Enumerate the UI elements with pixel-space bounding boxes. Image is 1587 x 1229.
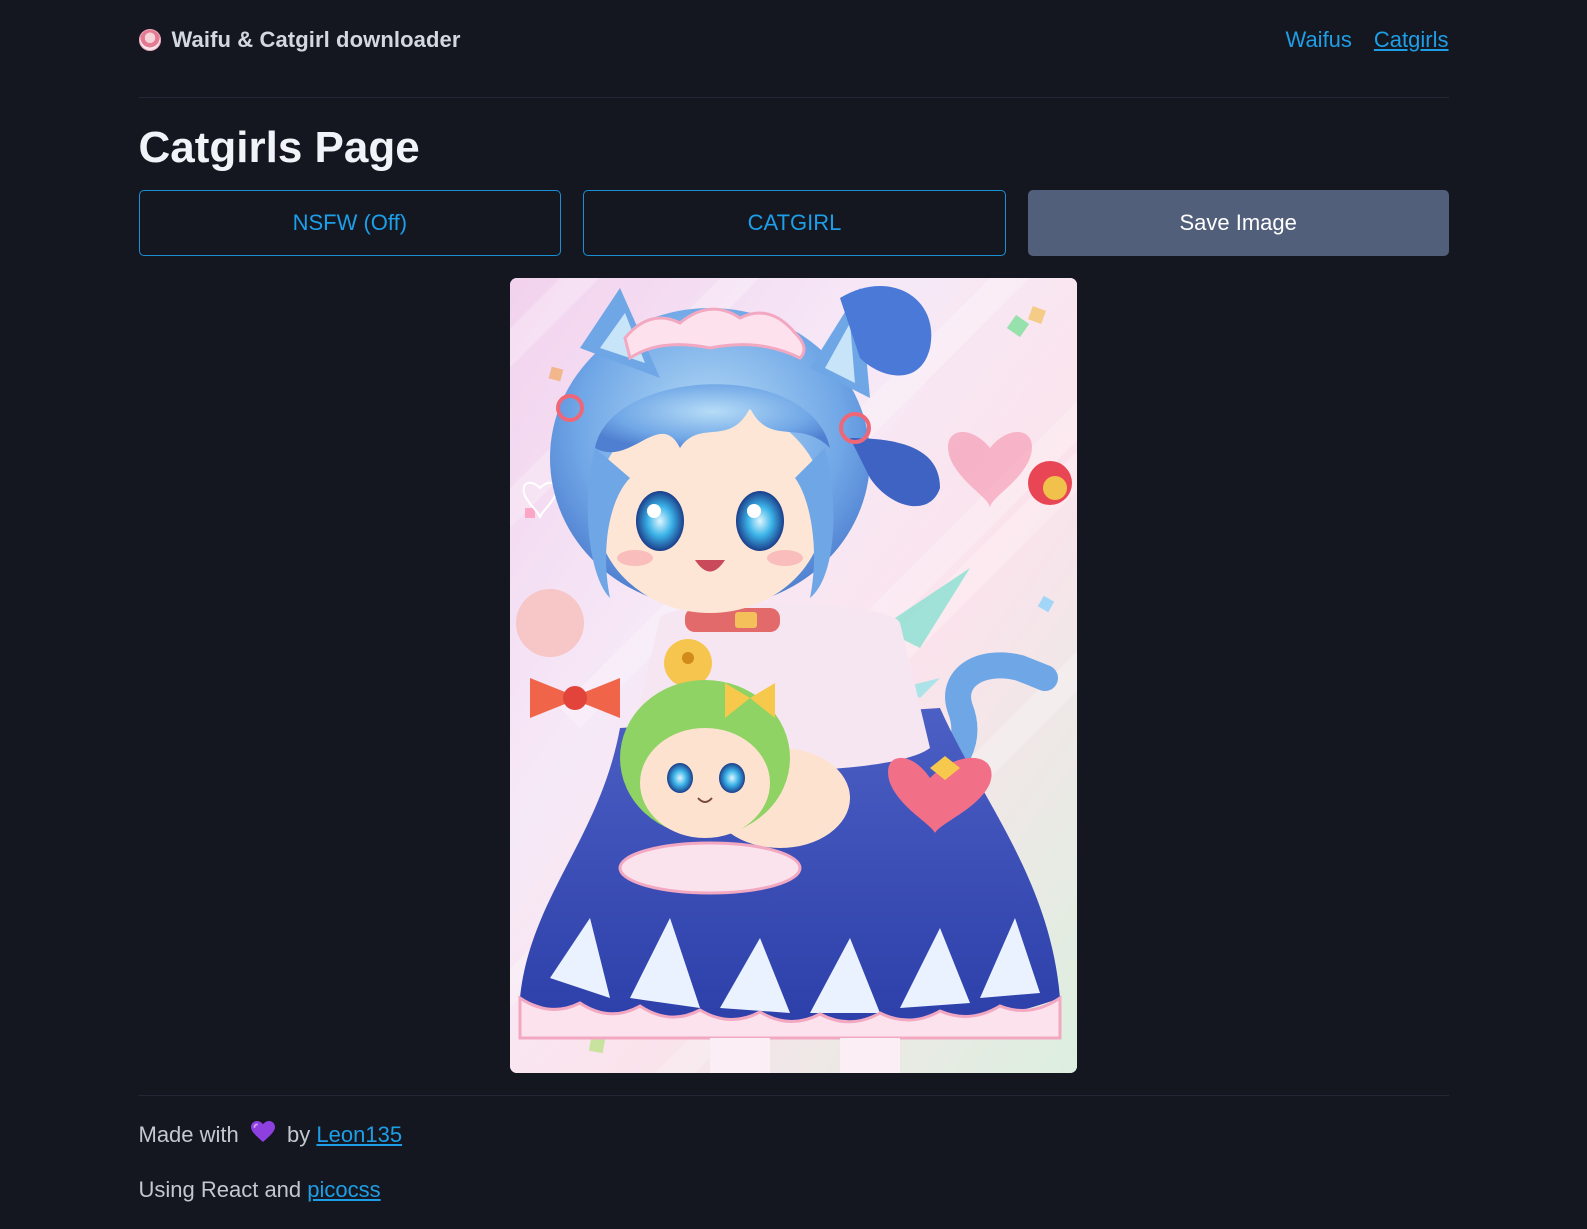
logo-icon — [138, 29, 161, 51]
picocss-link[interactable]: picocss — [307, 1177, 380, 1202]
page-title: Catgirls Page — [138, 123, 420, 172]
top-navbar: Waifu & Catgirl downloader Waifus Catgir… — [138, 0, 1449, 98]
brand-title: Waifu & Catgirl downloader — [171, 27, 461, 52]
page-footer: Made with by Leon135 Using React and pic… — [138, 1095, 1449, 1205]
save-image-button[interactable]: Save Image — [1027, 190, 1449, 256]
made-with-line: Made with by Leon135 — [139, 1120, 1449, 1151]
made-with-text: Made with — [138, 1122, 239, 1147]
catgirl-illustration — [510, 278, 1077, 1073]
by-text: by — [287, 1122, 311, 1147]
main-nav: Waifus Catgirls — [1286, 27, 1449, 53]
action-buttons: NSFW (Off) CATGIRL Save Image — [138, 190, 1449, 256]
nsfw-toggle-button[interactable]: NSFW (Off) — [138, 190, 562, 256]
nav-link-catgirls[interactable]: Catgirls — [1374, 27, 1449, 53]
page-container: Waifu & Catgirl downloader Waifus Catgir… — [138, 0, 1449, 1205]
brand: Waifu & Catgirl downloader — [138, 27, 461, 53]
image-wrapper — [139, 278, 1449, 1073]
purple-heart-icon — [250, 1121, 275, 1151]
using-line: Using React and picocss — [139, 1175, 1449, 1205]
using-text: Using React and — [138, 1177, 302, 1203]
catgirl-image — [510, 278, 1077, 1073]
nav-link-waifus[interactable]: Waifus — [1286, 27, 1352, 53]
category-button[interactable]: CATGIRL — [583, 190, 1006, 256]
author-link[interactable]: Leon135 — [316, 1122, 402, 1147]
